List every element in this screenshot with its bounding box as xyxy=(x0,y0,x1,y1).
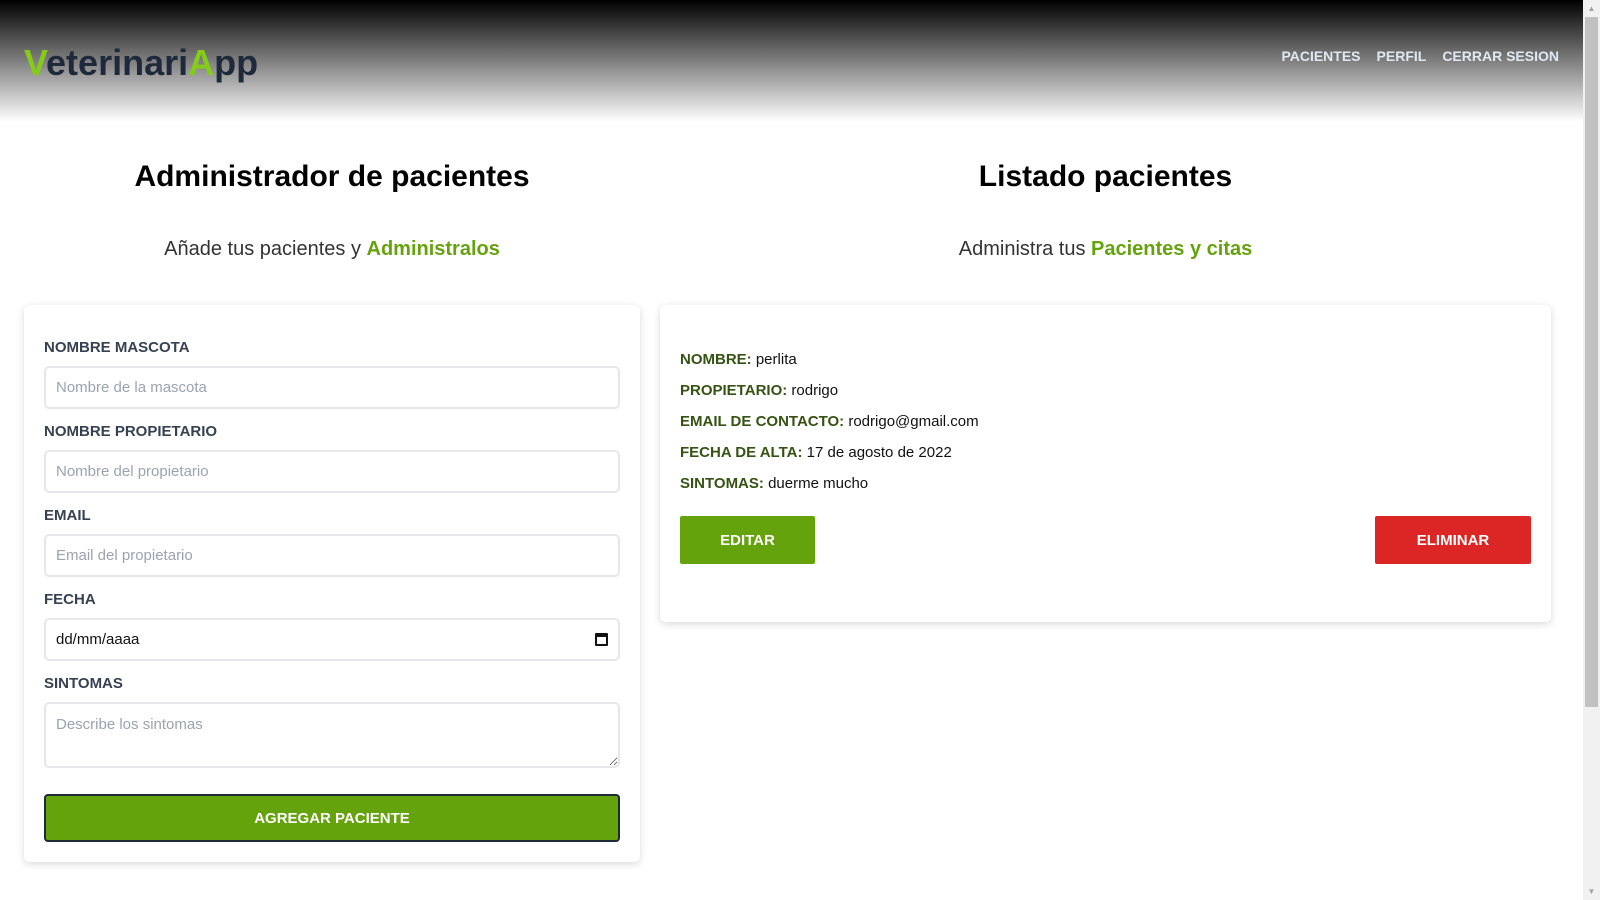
calendar-icon[interactable] xyxy=(595,633,608,646)
date-label: FECHA xyxy=(44,591,96,608)
logo[interactable]: VeterinariApp xyxy=(24,42,258,84)
nav-pacientes[interactable]: PACIENTES xyxy=(1281,48,1360,64)
pet-name-label: NOMBRE MASCOTA xyxy=(44,339,190,356)
logo-text: eterinari xyxy=(46,42,189,83)
subtitle-accent: Administralos xyxy=(366,238,500,260)
patient-date: Fecha de alta: 17 de agosto de 2022 xyxy=(680,444,1531,461)
list-title: Listado pacientes xyxy=(978,160,1233,193)
patient-form: NOMBRE MASCOTA NOMBRE PROPIETARIO EMAIL … xyxy=(24,305,640,862)
field-value: perlita xyxy=(755,351,797,368)
symptoms-textarea[interactable] xyxy=(44,702,620,768)
symptoms-label: SINTOMAS xyxy=(44,675,123,692)
edit-button[interactable]: EDITAR xyxy=(680,516,815,564)
field-label: Nombre: xyxy=(680,351,752,368)
subtitle-text: Añade tus pacientes y xyxy=(164,238,367,260)
field-label: Sintomas: xyxy=(680,475,764,492)
pet-name-input[interactable] xyxy=(44,366,620,409)
subtitle-text: Administra tus xyxy=(958,238,1092,260)
nav-cerrar-sesion[interactable]: CERRAR SESION xyxy=(1442,48,1559,64)
owner-name-input[interactable] xyxy=(44,450,620,493)
patient-name: Nombre: perlita xyxy=(680,351,1531,368)
logo-v: V xyxy=(24,42,47,83)
main-nav: PACIENTES PERFIL CERRAR SESION xyxy=(1281,48,1559,64)
field-label: Fecha de alta: xyxy=(680,444,803,461)
field-label: Email de contacto: xyxy=(680,413,845,430)
scroll-up-icon[interactable]: ▲ xyxy=(1583,0,1600,17)
nav-perfil[interactable]: PERFIL xyxy=(1377,48,1427,64)
field-value: rodrigo@gmail.com xyxy=(848,413,979,430)
delete-button[interactable]: ELIMINAR xyxy=(1375,516,1531,564)
patient-symptoms: Sintomas: duerme mucho xyxy=(680,475,1531,492)
field-value: 17 de agosto de 2022 xyxy=(806,444,952,461)
scrollbar[interactable]: ▲ ▼ xyxy=(1583,0,1600,900)
subtitle-accent: Pacientes y citas xyxy=(1091,238,1253,260)
form-title: Administrador de pacientes xyxy=(134,160,530,193)
field-value: rodrigo xyxy=(791,382,839,399)
email-input[interactable] xyxy=(44,534,620,577)
owner-name-label: NOMBRE PROPIETARIO xyxy=(44,423,218,440)
logo-a: A xyxy=(188,42,215,83)
date-input[interactable]: dd/mm/aaaa xyxy=(44,618,620,661)
scroll-down-icon[interactable]: ▼ xyxy=(1583,883,1600,900)
add-patient-button[interactable]: AGREGAR PACIENTE xyxy=(44,794,620,842)
logo-end: pp xyxy=(214,42,259,83)
date-value: dd/mm/aaaa xyxy=(56,631,140,648)
patient-owner: Propietario: rodrigo xyxy=(680,382,1531,399)
field-value: duerme mucho xyxy=(768,475,869,492)
email-label: EMAIL xyxy=(44,507,91,524)
field-label: Propietario: xyxy=(680,382,788,399)
patient-email: Email de contacto: rodrigo@gmail.com xyxy=(680,413,1531,430)
form-subtitle: Añade tus pacientes y Administralos xyxy=(24,238,640,261)
patient-card: Nombre: perlita Propietario: rodrigo Ema… xyxy=(660,305,1551,622)
patients-section: Listado pacientes Administra tus Pacient… xyxy=(660,122,1559,862)
scrollbar-thumb[interactable] xyxy=(1585,17,1598,707)
list-subtitle: Administra tus Pacientes y citas xyxy=(660,238,1551,261)
form-section: Administrador de pacientes Añade tus pac… xyxy=(24,122,640,862)
header: VeterinariApp PACIENTES PERFIL CERRAR SE… xyxy=(0,0,1583,122)
